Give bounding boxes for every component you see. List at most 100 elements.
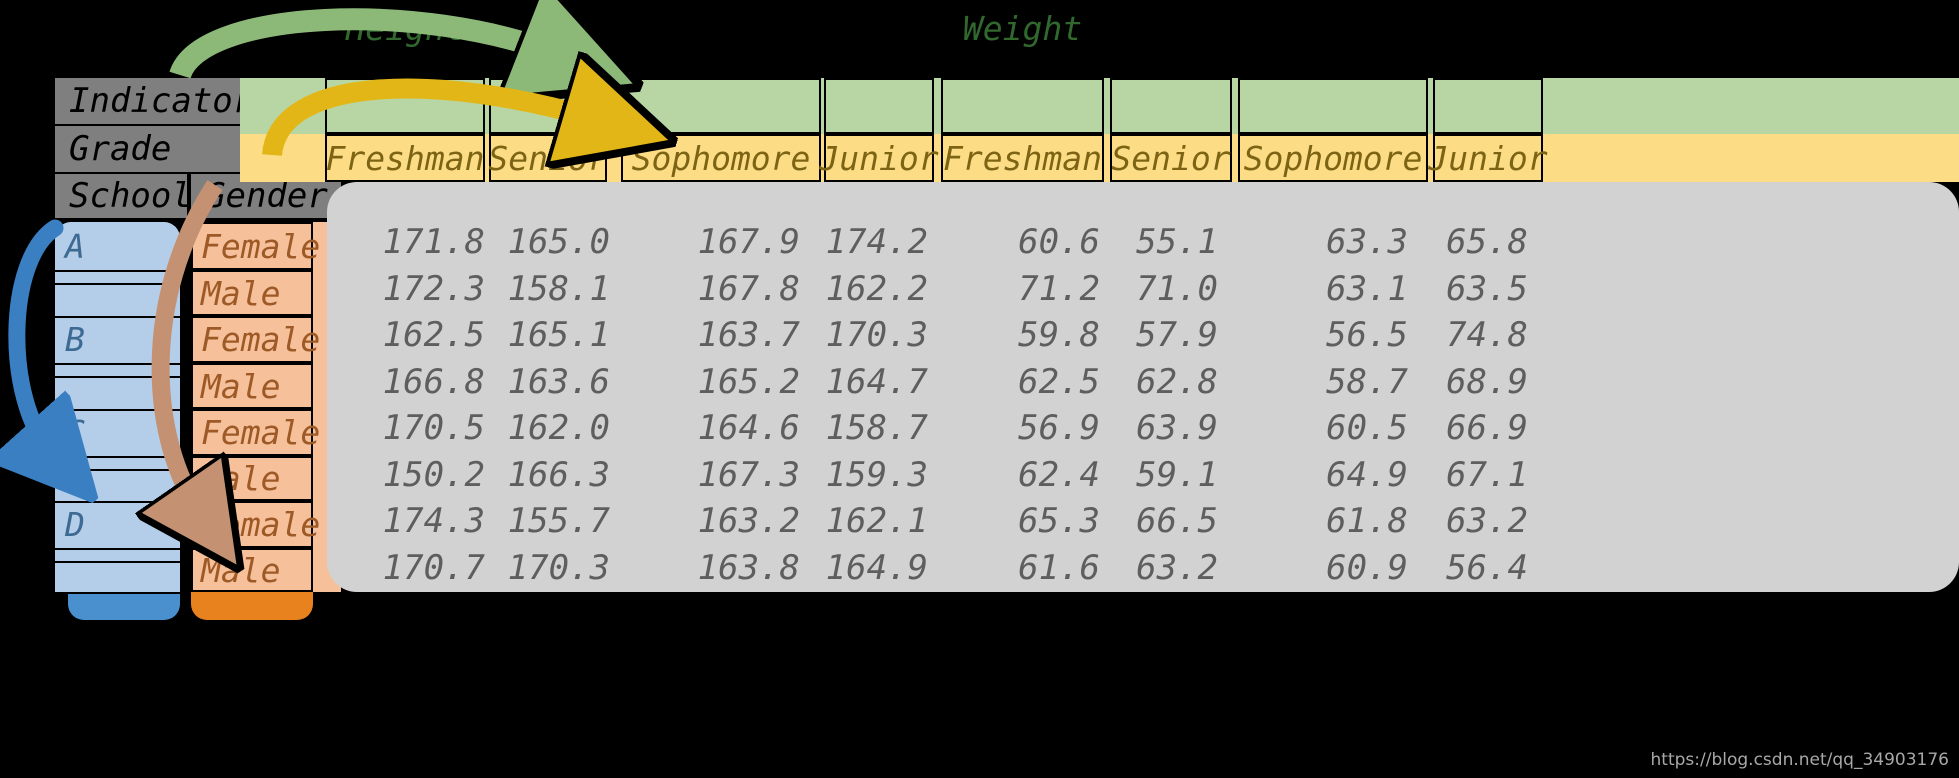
cell-r5-c0: 150.2 <box>382 455 485 495</box>
grade-cell-senior-h: Senior <box>488 134 608 182</box>
indicator-cell-1 <box>325 78 485 134</box>
cell-r0-c7: 65.8 <box>1446 222 1528 262</box>
cell-r5-c5: 59.1 <box>1136 455 1218 495</box>
cell-r6-c6: 61.8 <box>1326 501 1408 541</box>
cell-r4-c2: 164.6 <box>697 408 800 448</box>
cell-r3-c2: 165.2 <box>697 362 800 402</box>
cell-r5-c6: 64.9 <box>1326 455 1408 495</box>
cell-r4-c7: 66.9 <box>1446 408 1528 448</box>
cell-r7-c2: 163.8 <box>697 548 800 588</box>
indicator-cell-4 <box>824 78 934 134</box>
indicator-cell-2 <box>489 78 607 134</box>
cell-r6-c0: 174.3 <box>382 501 485 541</box>
cell-r0-c4: 60.6 <box>1018 222 1100 262</box>
cell-r0-c3: 174.2 <box>825 222 928 262</box>
cell-r5-c1: 166.3 <box>507 455 610 495</box>
school-row-divider <box>55 548 180 550</box>
school-row-divider <box>55 376 180 378</box>
gender-label-7: Male <box>191 548 313 592</box>
cell-r7-c7: 56.4 <box>1446 548 1528 588</box>
cell-r3-c4: 62.5 <box>1018 362 1100 402</box>
grade-cell-freshman-h: Freshman <box>325 134 485 182</box>
grade-cell-senior-w: Senior <box>1110 134 1232 182</box>
corner-label-school: School <box>55 174 192 218</box>
corner-label-grade: Grade <box>55 126 240 172</box>
cell-r0-c1: 165.0 <box>507 222 610 262</box>
cell-r2-c6: 56.5 <box>1326 315 1408 355</box>
school-index-arrow <box>17 219 55 450</box>
school-row-divider <box>55 283 180 285</box>
cell-r3-c0: 166.8 <box>382 362 485 402</box>
school-row-divider <box>55 316 180 318</box>
gender-column-footer <box>191 592 313 620</box>
school-row-divider <box>55 501 180 503</box>
indicator-cell-8 <box>1433 78 1543 134</box>
cell-r3-c3: 164.7 <box>825 362 928 402</box>
cell-r6-c4: 65.3 <box>1018 501 1100 541</box>
cell-r7-c6: 60.9 <box>1326 548 1408 588</box>
indicator-cell-6 <box>1110 78 1232 134</box>
school-row-divider <box>55 456 180 458</box>
gender-label-5: Male <box>191 456 313 501</box>
school-row-divider <box>55 363 180 365</box>
school-row-divider <box>55 409 180 411</box>
cell-r7-c0: 170.7 <box>382 548 485 588</box>
cell-r5-c3: 159.3 <box>825 455 928 495</box>
school-row-divider <box>55 270 180 272</box>
cell-r6-c1: 155.7 <box>507 501 610 541</box>
cell-r2-c5: 57.9 <box>1136 315 1218 355</box>
cell-r1-c7: 63.5 <box>1446 269 1528 309</box>
cell-r4-c4: 56.9 <box>1018 408 1100 448</box>
cell-r0-c6: 63.3 <box>1326 222 1408 262</box>
cell-r4-c0: 170.5 <box>382 408 485 448</box>
cell-r2-c0: 162.5 <box>382 315 485 355</box>
indicator-label-weight: Weight <box>962 8 1083 48</box>
cell-r5-c2: 167.3 <box>697 455 800 495</box>
gender-label-4: Female <box>191 409 320 456</box>
indicator-cell-3 <box>621 78 821 134</box>
cell-r4-c1: 162.0 <box>507 408 610 448</box>
figure-root: Indicator Grade School Gender Height Wei… <box>0 0 1959 778</box>
cell-r6-c3: 162.1 <box>825 501 928 541</box>
grade-cell-junior-h: Junior <box>819 134 939 182</box>
school-row-divider <box>55 592 180 594</box>
school-row-divider <box>55 469 180 471</box>
cell-r3-c7: 68.9 <box>1446 362 1528 402</box>
school-row-divider <box>55 561 180 563</box>
cell-r2-c2: 163.7 <box>697 315 800 355</box>
cell-r1-c4: 71.2 <box>1018 269 1100 309</box>
school-label-c: C <box>65 412 85 452</box>
gender-label-2: Female <box>191 316 320 363</box>
cell-r1-c2: 167.8 <box>697 269 800 309</box>
indicator-label-height: Height <box>345 8 465 48</box>
grade-cell-junior-w: Junior <box>1428 134 1548 182</box>
watermark-text: https://blog.csdn.net/qq_34903176 <box>1650 750 1949 770</box>
cell-r6-c7: 63.2 <box>1446 501 1528 541</box>
cell-r7-c3: 164.9 <box>825 548 928 588</box>
cell-r3-c5: 62.8 <box>1136 362 1218 402</box>
cell-r1-c3: 162.2 <box>825 269 928 309</box>
gender-label-3: Male <box>191 363 313 409</box>
grade-cell-freshman-w: Freshman <box>941 134 1104 182</box>
cell-r5-c4: 62.4 <box>1018 455 1100 495</box>
cell-r2-c4: 59.8 <box>1018 315 1100 355</box>
cell-r2-c3: 170.3 <box>825 315 928 355</box>
cell-r0-c0: 171.8 <box>382 222 485 262</box>
grade-cell-sophomore-w: Sophomore <box>1238 134 1428 182</box>
cell-r1-c1: 158.1 <box>507 269 610 309</box>
cell-r0-c5: 55.1 <box>1136 222 1218 262</box>
grade-cell-sophomore-h: Sophomore <box>621 134 821 182</box>
cell-r2-c7: 74.8 <box>1446 315 1528 355</box>
cell-r1-c0: 172.3 <box>382 269 485 309</box>
school-label-a: A <box>65 226 85 266</box>
cell-r6-c2: 163.2 <box>697 501 800 541</box>
cell-r6-c5: 66.5 <box>1136 501 1218 541</box>
cell-r3-c1: 163.6 <box>507 362 610 402</box>
cell-r1-c6: 63.1 <box>1326 269 1408 309</box>
cell-r0-c2: 167.9 <box>697 222 800 262</box>
cell-r1-c5: 71.0 <box>1136 269 1218 309</box>
cell-r4-c6: 60.5 <box>1326 408 1408 448</box>
cell-r3-c6: 58.7 <box>1326 362 1408 402</box>
cell-r5-c7: 67.1 <box>1446 455 1528 495</box>
cell-r4-c3: 158.7 <box>825 408 928 448</box>
